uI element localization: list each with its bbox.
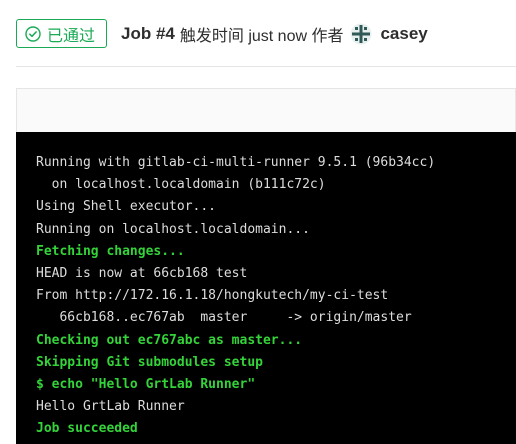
log-line: Running on localhost.localdomain... [36,221,310,237]
log-line: 66cb168..ec767ab master -> origin/master [36,310,412,326]
header-divider [16,66,516,67]
avatar[interactable] [350,23,372,45]
job-page: 已通过 Job #4 触发时间 just now 作者 casey Runnin… [0,0,516,444]
log-line: Running with gitlab-ci-multi-runner 9.5.… [36,155,436,170]
triggered-text: 触发时间 just now 作者 [179,27,344,45]
status-label: 已通过 [47,27,96,45]
log-line: on localhost.localdomain (b111c72c) [36,177,326,193]
log-line: From http://172.16.1.18/hongkutech/my-ci… [36,288,389,304]
log-line: Using Shell executor... [36,199,217,215]
log-line: Hello GrtLab Runner [36,399,185,415]
job-log: Running with gitlab-ci-multi-runner 9.5.… [16,132,516,444]
log-line: Checking out ec767abc as master... [36,332,303,348]
log-lines: Running with gitlab-ci-multi-runner 9.5.… [36,152,435,441]
log-line: Fetching changes... [36,243,185,259]
log-line: $ echo "Hello GrtLab Runner" [36,377,256,393]
check-circle-icon [25,25,41,42]
job-header: 已通过 Job #4 触发时间 just now 作者 casey [16,18,428,49]
log-line: HEAD is now at 66cb168 test [36,266,248,282]
log-line: Job succeeded [36,421,138,437]
log-toolbar [16,88,516,132]
job-title: Job #4 [121,23,175,43]
log-line: Skipping Git submodules setup [36,354,263,370]
user-name[interactable]: casey [380,24,427,44]
status-badge[interactable]: 已通过 [16,19,108,48]
